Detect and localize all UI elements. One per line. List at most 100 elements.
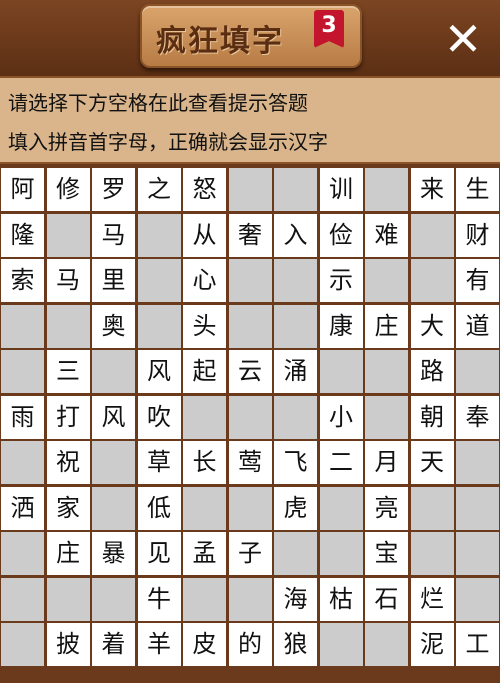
grid-cell[interactable]: 家 <box>46 486 90 530</box>
grid-cell[interactable]: 奥 <box>92 304 135 348</box>
grid-cell[interactable]: 枯 <box>319 577 363 621</box>
blocked-cell <box>46 213 90 257</box>
blocked-cell <box>137 304 181 348</box>
grid-cell[interactable]: 牛 <box>137 577 181 621</box>
grid-cell[interactable]: 月 <box>365 441 408 484</box>
grid-cell[interactable]: 吹 <box>137 395 181 439</box>
grid-cell[interactable]: 康 <box>319 304 363 348</box>
grid-cell[interactable]: 狼 <box>274 623 317 666</box>
grid-cell[interactable]: 奉 <box>456 395 499 439</box>
grid-cell[interactable]: 泥 <box>410 623 454 666</box>
grid-cell[interactable]: 之 <box>137 168 181 211</box>
blocked-cell <box>365 350 408 393</box>
grid-cell[interactable]: 祝 <box>46 441 90 484</box>
grid-cell[interactable]: 隆 <box>1 213 44 257</box>
grid-cell[interactable]: 孟 <box>183 532 226 575</box>
grid-cell[interactable]: 俭 <box>319 213 363 257</box>
grid-cell[interactable]: 马 <box>92 213 135 257</box>
grid-cell[interactable]: 的 <box>228 623 272 666</box>
grid-cell[interactable]: 皮 <box>183 623 226 666</box>
grid-cell[interactable]: 来 <box>410 168 454 211</box>
title-plaque: 疯狂填字 3 <box>140 4 362 68</box>
grid-cell[interactable]: 低 <box>137 486 181 530</box>
grid-cell[interactable]: 工 <box>456 623 499 666</box>
blocked-cell <box>274 532 317 575</box>
grid-cell[interactable]: 子 <box>228 532 272 575</box>
grid-cell[interactable]: 庄 <box>365 304 408 348</box>
grid-cell[interactable]: 入 <box>274 213 317 257</box>
grid-cell[interactable]: 洒 <box>1 486 44 530</box>
grid-cell[interactable]: 风 <box>137 350 181 393</box>
blocked-cell <box>92 577 135 621</box>
grid-cell[interactable]: 虎 <box>274 486 317 530</box>
grid-cell[interactable]: 宝 <box>365 532 408 575</box>
grid-cell[interactable]: 烂 <box>410 577 454 621</box>
grid-cell[interactable]: 三 <box>46 350 90 393</box>
grid-cell[interactable]: 朝 <box>410 395 454 439</box>
blocked-cell <box>228 168 272 211</box>
grid-cell[interactable]: 披 <box>46 623 90 666</box>
blocked-cell <box>410 486 454 530</box>
grid-cell[interactable]: 心 <box>183 259 226 302</box>
grid-cell[interactable]: 训 <box>319 168 363 211</box>
grid-cell[interactable]: 莺 <box>228 441 272 484</box>
grid-cell[interactable]: 庄 <box>46 532 90 575</box>
grid-cell[interactable]: 财 <box>456 213 499 257</box>
grid-cell[interactable]: 飞 <box>274 441 317 484</box>
grid-cell[interactable]: 着 <box>92 623 135 666</box>
grid-cell[interactable]: 怒 <box>183 168 226 211</box>
grid-cell[interactable]: 马 <box>46 259 90 302</box>
blocked-cell <box>456 532 499 575</box>
grid-cell[interactable]: 羊 <box>137 623 181 666</box>
blocked-cell <box>228 259 272 302</box>
grid-cell[interactable]: 里 <box>92 259 135 302</box>
blocked-cell <box>183 577 226 621</box>
level-badge: 3 <box>314 10 344 48</box>
crossword-grid: 阿修罗之怒训来生隆马从奢入俭难财索马里心示有奥头康庄大道三风起云涌路雨打风吹小朝… <box>0 166 500 683</box>
blocked-cell <box>1 532 44 575</box>
blocked-cell <box>183 395 226 439</box>
grid-cell[interactable]: 云 <box>228 350 272 393</box>
blocked-cell <box>456 350 499 393</box>
grid-cell[interactable]: 暴 <box>92 532 135 575</box>
blocked-cell <box>319 486 363 530</box>
blocked-cell <box>456 486 499 530</box>
blocked-cell <box>274 168 317 211</box>
grid-cell[interactable]: 石 <box>365 577 408 621</box>
blocked-cell <box>228 395 272 439</box>
grid-cell[interactable]: 二 <box>319 441 363 484</box>
grid-cell[interactable]: 有 <box>456 259 499 302</box>
blocked-cell <box>456 577 499 621</box>
top-bar: 疯狂填字 3 ✕ <box>0 0 500 76</box>
grid-cell[interactable]: 索 <box>1 259 44 302</box>
grid-cell[interactable]: 天 <box>410 441 454 484</box>
grid-cell[interactable]: 打 <box>46 395 90 439</box>
blocked-cell <box>410 259 454 302</box>
grid-cell[interactable]: 路 <box>410 350 454 393</box>
grid-cell[interactable]: 见 <box>137 532 181 575</box>
grid-cell[interactable]: 难 <box>365 213 408 257</box>
grid-cell[interactable]: 小 <box>319 395 363 439</box>
blocked-cell <box>365 259 408 302</box>
grid-cell[interactable]: 草 <box>137 441 181 484</box>
grid-cell[interactable]: 长 <box>183 441 226 484</box>
grid-cell[interactable]: 奢 <box>228 213 272 257</box>
grid-cell[interactable]: 示 <box>319 259 363 302</box>
grid-cell[interactable]: 道 <box>456 304 499 348</box>
close-button[interactable]: ✕ <box>438 14 488 64</box>
grid-cell[interactable]: 阿 <box>1 168 44 211</box>
grid-cell[interactable]: 海 <box>274 577 317 621</box>
grid-cell[interactable]: 雨 <box>1 395 44 439</box>
grid-cell[interactable]: 头 <box>183 304 226 348</box>
grid-cell[interactable]: 罗 <box>92 168 135 211</box>
blocked-cell <box>228 577 272 621</box>
grid-cell[interactable]: 修 <box>46 168 90 211</box>
grid-cell[interactable]: 起 <box>183 350 226 393</box>
grid-cell[interactable]: 生 <box>456 168 499 211</box>
blocked-cell <box>410 213 454 257</box>
grid-cell[interactable]: 大 <box>410 304 454 348</box>
grid-cell[interactable]: 风 <box>92 395 135 439</box>
grid-cell[interactable]: 亮 <box>365 486 408 530</box>
grid-cell[interactable]: 涌 <box>274 350 317 393</box>
grid-cell[interactable]: 从 <box>183 213 226 257</box>
